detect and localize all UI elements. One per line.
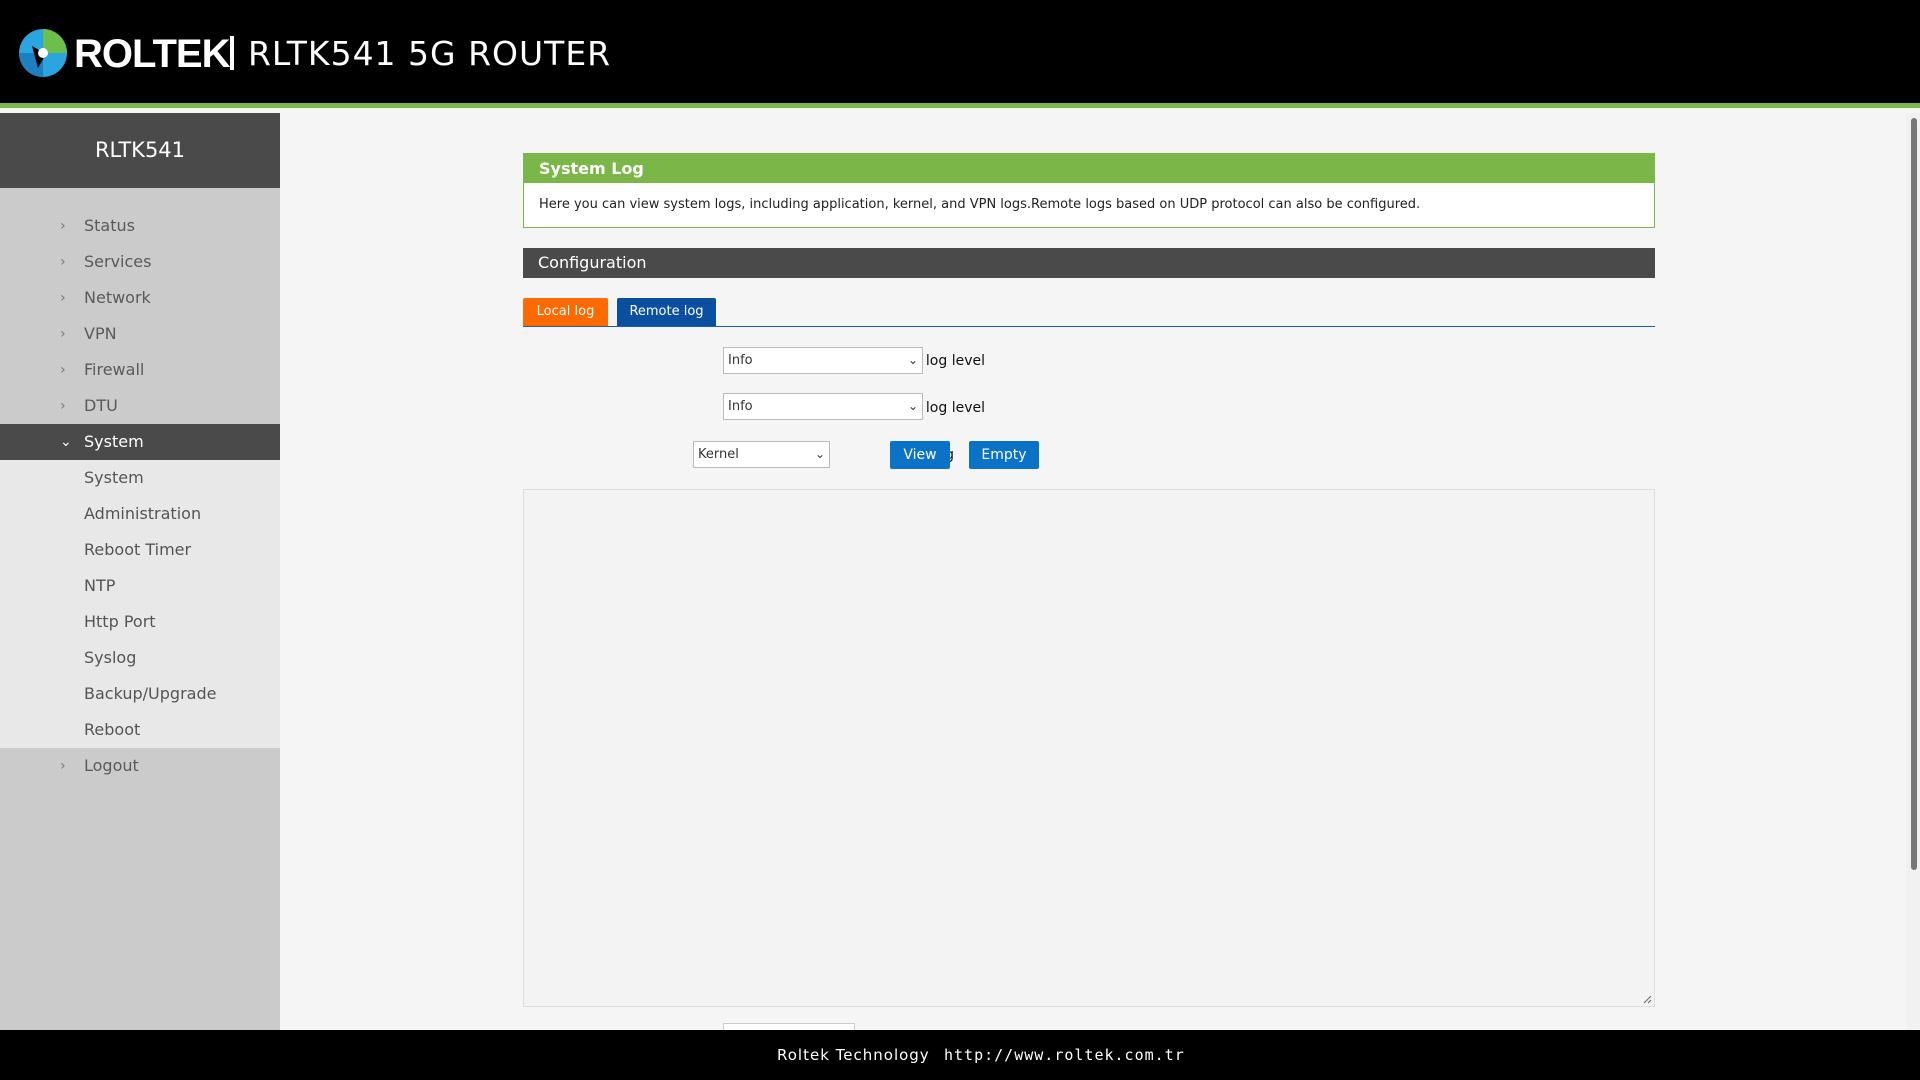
log-type-select[interactable]: Kernel ⌄ [693,441,830,468]
submenu-item-system[interactable]: System [0,460,280,496]
app-log-level-select[interactable]: Info ⌄ [723,393,923,420]
submenu-item-syslog[interactable]: Syslog [0,640,280,676]
select-value: Kernel [698,447,739,462]
chevron-right-icon: › [60,326,66,342]
chevron-down-icon: ⌄ [60,434,72,450]
submenu-item-reboot-timer[interactable]: Reboot Timer [0,532,280,568]
chevron-right-icon: › [60,398,66,414]
submenu-item-backup-upgrade[interactable]: Backup/Upgrade [0,676,280,712]
header-separator [230,36,234,70]
select-value: Info [728,353,753,368]
top-header: ROLTEK RLTK541 5G ROUTER [0,0,1920,108]
chevron-right-icon: › [60,362,66,378]
log-tabs: Local log Remote log [523,298,1655,327]
chevron-down-icon: ⌄ [907,399,918,413]
tab-local-log[interactable]: Local log [523,298,608,326]
chevron-down-icon: ⌄ [814,447,825,461]
resize-grip-icon[interactable] [1642,994,1652,1004]
chevron-down-icon: ⌄ [907,353,918,367]
sidebar-item-firewall[interactable]: › Firewall [0,352,280,388]
sidebar: RLTK541 › Status › Services › Network › … [0,113,280,1030]
sidebar-item-label: Network [84,288,151,307]
footer-url[interactable]: http://www.roltek.com.tr [944,1030,1185,1080]
chevron-right-icon: › [60,218,66,234]
sidebar-item-label: System [84,432,144,451]
sidebar-item-label: Services [84,252,152,271]
sidebar-item-label: Firewall [84,360,145,379]
submenu-item-reboot[interactable]: Reboot [0,712,280,748]
system-log-panel: System Log Here you can view system logs… [523,153,1655,327]
sidebar-device-name: RLTK541 [0,113,280,188]
empty-button[interactable]: Empty [969,441,1039,469]
sidebar-item-network[interactable]: › Network [0,280,280,316]
footer-company: Roltek Technology [777,1046,930,1064]
model-title: RLTK541 5G ROUTER [248,34,612,73]
sidebar-submenu-container: System Administration Reboot Timer NTP H… [0,460,280,748]
submenu-item-administration[interactable]: Administration [0,496,280,532]
brand-name: ROLTEK [74,32,230,76]
sidebar-item-status[interactable]: › Status [0,208,280,244]
chevron-right-icon: › [60,254,66,270]
sidebar-item-label: Logout [84,756,139,775]
footer: Roltek Technology http://www.roltek.com.… [0,1030,1920,1080]
scrollbar-thumb[interactable] [1911,118,1917,870]
sidebar-item-label: Status [84,216,135,235]
kernel-log-level-select[interactable]: Info ⌄ [723,347,923,374]
section-description: Here you can view system logs, including… [539,197,1421,212]
section-title: System Log [524,154,1654,183]
page-scrollbar[interactable] [1906,113,1920,1030]
chevron-right-icon: › [60,290,66,306]
log-output-textarea[interactable] [523,489,1655,1007]
submenu-item-http-port[interactable]: Http Port [0,604,280,640]
roltek-logo-icon [19,29,67,77]
info-box: System Log Here you can view system logs… [523,153,1655,228]
system-submenu: System Administration Reboot Timer NTP H… [0,460,280,748]
view-button[interactable]: View [890,441,950,469]
sidebar-item-system[interactable]: ⌄ System [0,424,280,460]
sidebar-item-logout[interactable]: › Logout [0,748,280,784]
config-title: Configuration [523,248,1655,278]
select-value: Info [728,399,753,414]
sidebar-menu: › Status › Services › Network › VPN › Fi… [0,188,280,784]
sidebar-item-dtu[interactable]: › DTU [0,388,280,424]
main-content: System Log Here you can view system logs… [280,113,1906,1033]
sidebar-item-label: VPN [84,324,117,343]
chevron-right-icon: › [60,758,66,774]
submenu-item-ntp[interactable]: NTP [0,568,280,604]
tab-remote-log[interactable]: Remote log [617,298,716,326]
header-accent-line [0,103,1920,108]
sidebar-item-services[interactable]: › Services [0,244,280,280]
sidebar-item-vpn[interactable]: › VPN [0,316,280,352]
sidebar-item-label: DTU [84,396,118,415]
